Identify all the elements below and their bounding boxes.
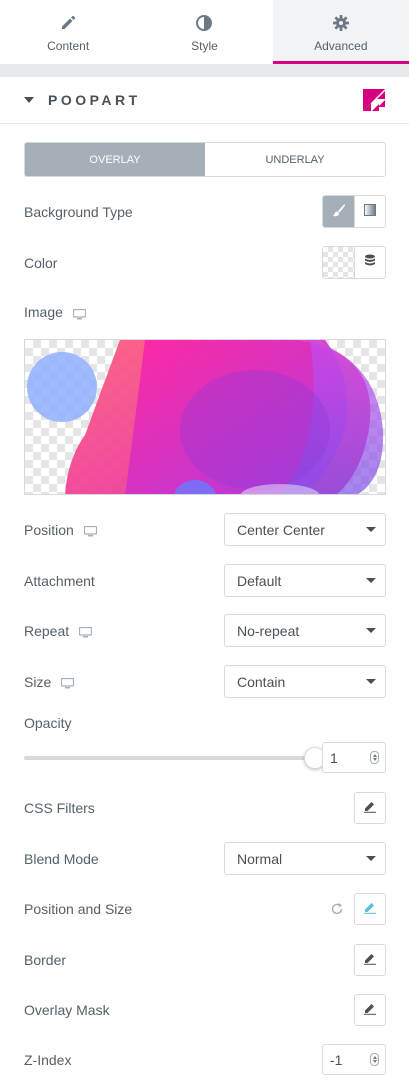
position-and-size-edit-button[interactable] — [354, 892, 386, 925]
desktop-icon[interactable] — [83, 524, 97, 537]
image-label: Image — [24, 304, 63, 320]
attachment-row: Attachment Default — [24, 564, 386, 597]
database-icon — [364, 254, 376, 271]
global-colors-button[interactable] — [354, 247, 385, 278]
size-value: Contain — [237, 673, 286, 690]
color-controls — [322, 246, 386, 279]
color-row: Color — [24, 246, 386, 279]
gear-icon — [331, 13, 351, 33]
overlay-underlay-switch: OVERLAY UNDERLAY — [24, 142, 386, 177]
overlay-mask-edit-button[interactable] — [354, 993, 386, 1026]
spinner-icon[interactable] — [370, 1053, 379, 1066]
overlay-option[interactable]: OVERLAY — [25, 143, 205, 176]
chevron-down-icon — [366, 856, 376, 861]
tab-style[interactable]: Style — [136, 0, 272, 64]
z-index-row: Z-Index -1 — [24, 1043, 386, 1076]
z-index-label: Z-Index — [24, 1051, 72, 1068]
opacity-label-row: Opacity — [24, 713, 386, 733]
abstract-shapes-image — [27, 340, 384, 494]
opacity-value: 1 — [330, 749, 338, 766]
caret-down-icon — [24, 97, 34, 103]
contrast-icon — [194, 13, 214, 33]
overlay-mask-label: Overlay Mask — [24, 1001, 110, 1018]
size-label: Size — [24, 673, 52, 690]
repeat-label: Repeat — [24, 622, 70, 639]
blend-mode-value: Normal — [237, 850, 283, 867]
position-value: Center Center — [237, 521, 325, 538]
opacity-control-row: 1 — [24, 741, 386, 774]
position-select[interactable]: Center Center — [224, 513, 386, 546]
z-index-number-input[interactable]: -1 — [322, 1044, 386, 1075]
position-label: Position — [24, 521, 74, 538]
border-edit-button[interactable] — [354, 943, 386, 976]
attachment-label: Attachment — [24, 572, 95, 589]
image-preview[interactable] — [24, 339, 386, 495]
blend-mode-select[interactable]: Normal — [224, 842, 386, 875]
tab-content-label: Content — [47, 39, 90, 53]
repeat-select[interactable]: No-repeat — [224, 614, 386, 647]
size-row: Size Contain — [24, 665, 386, 698]
pencil-icon — [58, 13, 78, 33]
pencil-icon — [363, 951, 377, 968]
background-type-choices — [322, 195, 386, 228]
color-picker-swatch[interactable] — [323, 247, 354, 278]
blend-mode-label: Blend Mode — [24, 850, 99, 867]
repeat-label-wrap: Repeat — [24, 622, 93, 639]
pencil-icon — [363, 900, 377, 917]
tab-advanced[interactable]: Advanced — [272, 0, 409, 64]
chevron-down-icon — [366, 578, 376, 583]
border-label: Border — [24, 951, 67, 968]
border-row: Border — [24, 943, 386, 976]
classic-background-button[interactable] — [323, 196, 354, 227]
chevron-down-icon — [366, 527, 376, 532]
chevron-down-icon — [366, 628, 376, 633]
gradient-icon — [364, 204, 376, 219]
repeat-value: No-repeat — [237, 622, 300, 639]
underlay-option[interactable]: UNDERLAY — [205, 143, 385, 176]
tab-advanced-label: Advanced — [314, 39, 368, 53]
size-select[interactable]: Contain — [224, 665, 386, 698]
z-index-value: -1 — [330, 1051, 343, 1068]
opacity-slider-track[interactable] — [24, 756, 314, 760]
reset-icon[interactable] — [330, 902, 344, 916]
attachment-select[interactable]: Default — [224, 564, 386, 597]
desktop-icon[interactable] — [72, 307, 87, 319]
section-header-poopart[interactable]: POOPART — [0, 77, 409, 124]
css-filters-row: CSS Filters — [24, 791, 386, 824]
css-filters-label: CSS Filters — [24, 799, 95, 816]
opacity-number-input[interactable]: 1 — [322, 742, 386, 773]
blend-mode-row: Blend Mode Normal — [24, 842, 386, 875]
chevron-down-icon — [366, 679, 376, 684]
spinner-icon[interactable] — [370, 751, 379, 764]
attachment-value: Default — [237, 572, 282, 589]
pencil-icon — [363, 799, 377, 816]
position-label-wrap: Position — [24, 522, 97, 538]
panel-tabs: Content Style Advanced — [0, 0, 409, 64]
repeat-row: Repeat No-repeat — [24, 614, 386, 647]
tab-style-label: Style — [191, 39, 218, 53]
background-type-label: Background Type — [24, 203, 133, 220]
tabs-divider — [0, 64, 409, 77]
overlay-mask-row: Overlay Mask — [24, 993, 386, 1026]
size-label-wrap: Size — [24, 673, 75, 690]
background-type-row: Background Type — [24, 195, 386, 228]
opacity-label: Opacity — [24, 715, 72, 731]
section-title: POOPART — [48, 92, 141, 108]
gradient-background-button[interactable] — [354, 196, 385, 227]
image-label-wrap: Image — [24, 304, 87, 320]
position-and-size-row: Position and Size — [24, 892, 386, 925]
position-and-size-label: Position and Size — [24, 900, 133, 917]
position-row: Position Center Center — [24, 513, 386, 546]
brush-icon — [332, 203, 346, 220]
desktop-icon[interactable] — [61, 676, 75, 689]
poopart-logo-icon — [363, 89, 385, 111]
tab-content[interactable]: Content — [0, 0, 136, 64]
image-row: Image — [24, 301, 386, 323]
pencil-icon — [363, 1001, 377, 1018]
desktop-icon[interactable] — [79, 625, 93, 638]
css-filters-edit-button[interactable] — [354, 791, 386, 824]
color-label: Color — [24, 254, 58, 271]
